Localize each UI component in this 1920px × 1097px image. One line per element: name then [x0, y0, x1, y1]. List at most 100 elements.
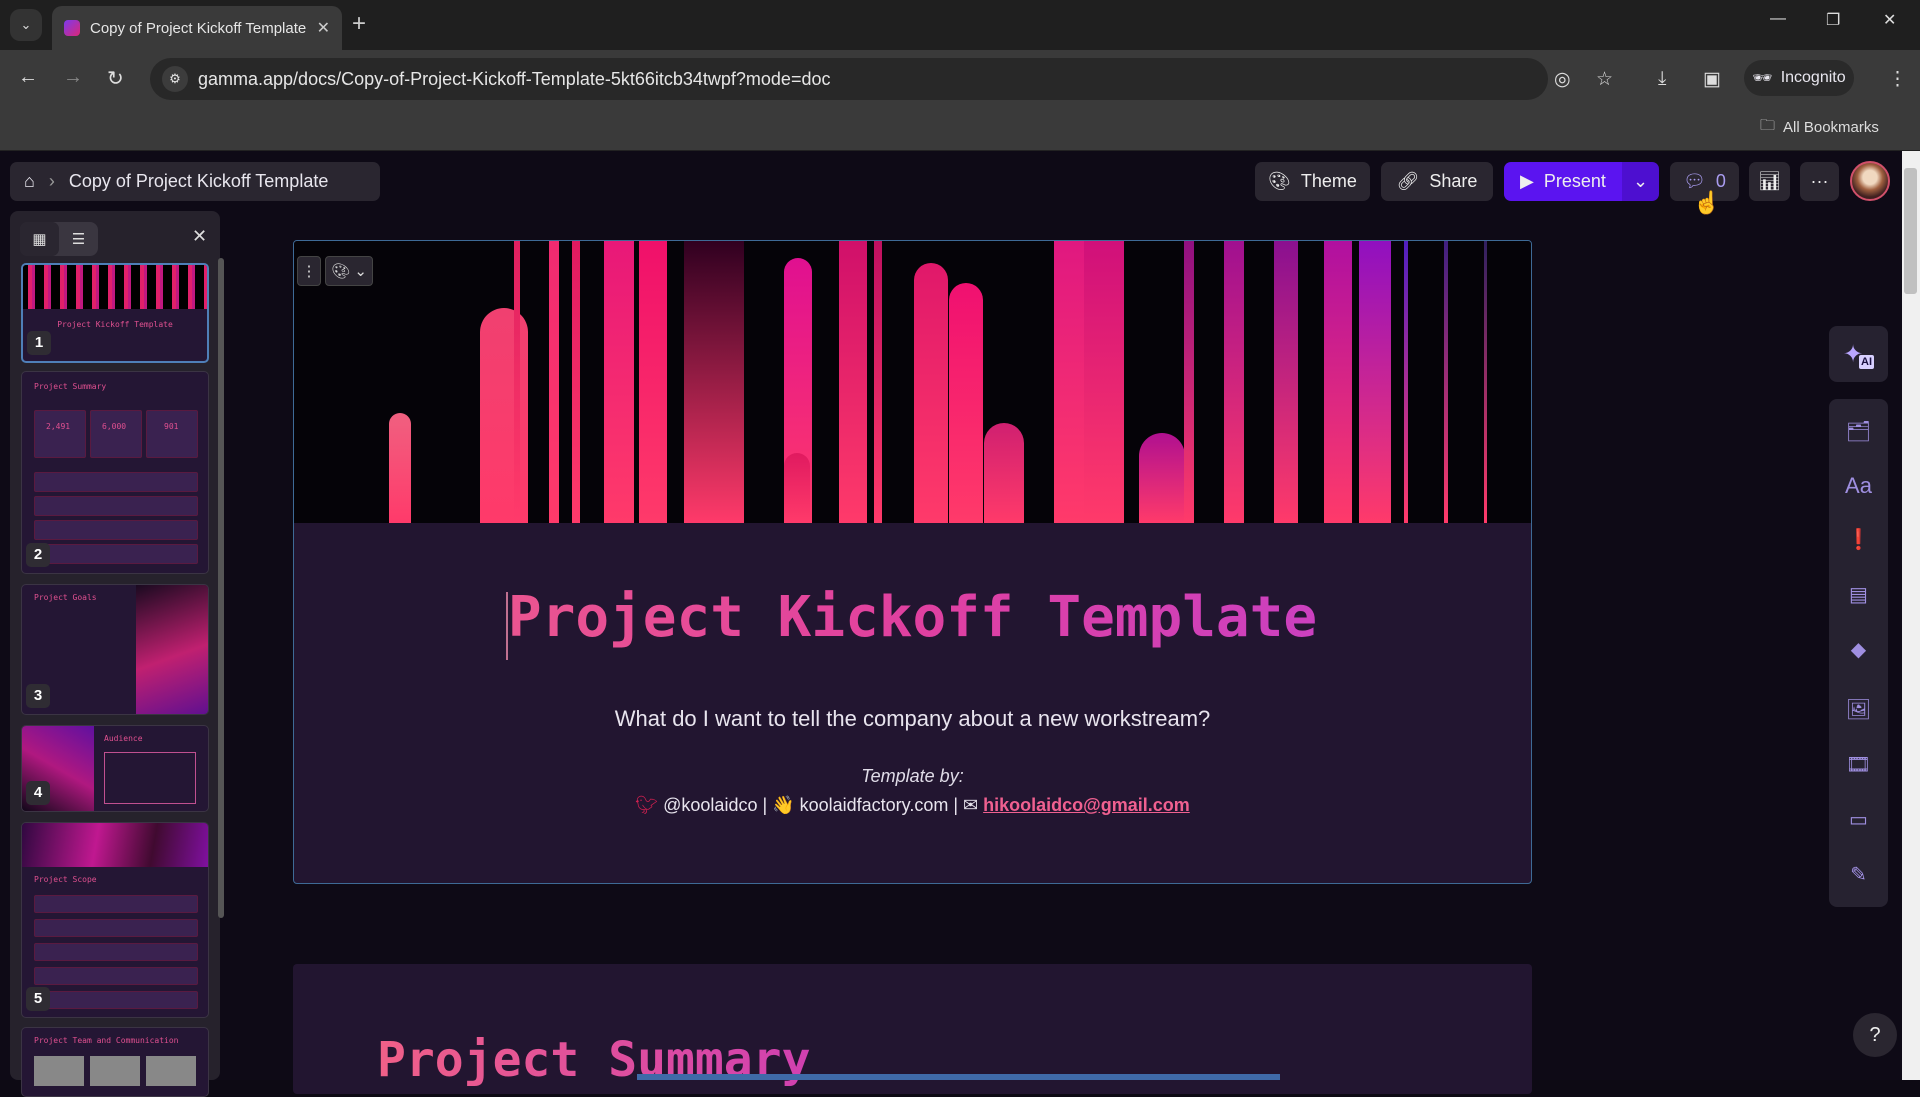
banner-stripe — [1324, 241, 1352, 523]
slide-thumbnail-5[interactable]: Project Scope 5 — [21, 822, 209, 1018]
new-tab-button[interactable]: + — [352, 10, 366, 38]
banner-stripe — [389, 413, 411, 523]
restore-button[interactable]: ❐ — [1826, 10, 1840, 30]
banner-stripe — [1084, 241, 1124, 523]
address-bar[interactable]: ⚙ gamma.app/docs/Copy-of-Project-Kickoff-… — [150, 58, 1548, 100]
envelope-icon: ✉ — [963, 795, 979, 815]
title-card[interactable] — [293, 240, 1532, 884]
thumbnail-view-icon[interactable]: ▦ — [20, 222, 59, 256]
comment-icon: 💬︎ — [1683, 171, 1706, 191]
close-window-button[interactable]: ✕ — [1883, 10, 1896, 30]
card-title[interactable]: Project Kickoff Template — [293, 585, 1532, 650]
insert-tools-panel: 🗂︎ Aa ❗ ▤ ◆ 🖼︎ 🎞︎ ▭ ✎ — [1829, 399, 1888, 907]
wave-hand-icon: 👋 — [772, 795, 795, 815]
help-button[interactable]: ? — [1853, 1013, 1897, 1057]
tab-search-button[interactable]: ⌄ — [10, 9, 42, 41]
layout-icon[interactable]: ▤ — [1829, 582, 1888, 607]
bookmarks-bar — [0, 108, 1920, 151]
incognito-indicator[interactable]: 🕶 Incognito — [1744, 60, 1854, 96]
template-by-label: Template by: — [861, 766, 964, 786]
slide-thumbnail-4[interactable]: Audience 4 — [21, 725, 209, 812]
image-icon[interactable]: 🖼︎ — [1829, 697, 1888, 722]
text-style-icon[interactable]: Aa — [1829, 473, 1888, 499]
chevron-right-icon: › — [48, 171, 55, 191]
banner-stripe — [514, 241, 520, 523]
banner-stripe — [1274, 241, 1298, 523]
close-panel-icon[interactable]: ✕ — [192, 226, 207, 247]
panel-scrollbar[interactable] — [218, 258, 224, 918]
browser-tab[interactable]: Copy of Project Kickoff Template ✕ — [52, 6, 342, 50]
all-bookmarks-button[interactable]: 🗀 All Bookmarks — [1760, 115, 1879, 140]
bird-icon: 🐦︎ — [635, 795, 659, 815]
back-button[interactable]: ← — [18, 66, 38, 89]
banner-stripe — [784, 453, 810, 523]
selection-indicator — [637, 1074, 1280, 1080]
gamma-favicon-icon — [64, 20, 80, 36]
slide-thumbnail-1[interactable]: Project Kickoff Template 1 — [21, 263, 209, 363]
mouse-pointer: ☝ — [1693, 190, 1721, 215]
slide-thumbnail-6[interactable]: Project Team and Communication — [21, 1027, 209, 1097]
form-edit-icon[interactable]: ✎ — [1829, 862, 1888, 887]
eye-off-icon[interactable]: ◎ — [1554, 68, 1571, 91]
list-view-icon[interactable]: ☰ — [59, 222, 98, 256]
bar-chart-icon: 📊︎ — [1758, 171, 1781, 191]
side-panel-icon[interactable]: ▣ — [1703, 68, 1721, 91]
forward-button[interactable]: → — [63, 66, 83, 89]
page-scrollbar-thumb[interactable] — [1904, 168, 1917, 294]
banner-stripe — [984, 423, 1024, 523]
avatar[interactable] — [1850, 161, 1890, 201]
download-icon[interactable]: ⤓ — [1658, 68, 1666, 90]
ai-assistant-button[interactable]: ✦ AI — [1829, 326, 1888, 382]
slide-thumbnail-3[interactable]: Project Goals 3 — [21, 584, 209, 715]
banner-stripe — [1054, 241, 1088, 523]
card-style-button[interactable]: 🎨︎ ⌄ — [325, 256, 373, 286]
shapes-icon[interactable]: ◆ — [1829, 637, 1888, 662]
ai-badge-icon: AI — [1859, 355, 1875, 369]
contact-line: 🐦︎ @koolaidco | 👋 koolaidfactory.com | ✉… — [635, 795, 1190, 815]
email-link[interactable]: hikoolaidco@gmail.com — [983, 795, 1190, 815]
more-horizontal-icon: ··· — [1810, 171, 1829, 191]
banner-stripe — [604, 241, 634, 523]
banner-stripe — [839, 241, 867, 523]
banner-stripe — [1184, 241, 1194, 523]
home-icon[interactable]: ⌂ — [24, 171, 35, 192]
banner-stripe — [549, 241, 559, 523]
reload-button[interactable]: ↻ — [107, 66, 124, 91]
banner-stripe — [914, 263, 948, 523]
view-toggle: ▦ ☰ — [20, 222, 98, 256]
banner-stripe — [1139, 433, 1185, 523]
browser-menu-icon[interactable]: ⋮ — [1888, 68, 1907, 91]
card-toolbar: ⋮ 🎨︎ ⌄ — [297, 256, 373, 286]
minimize-button[interactable]: — — [1770, 10, 1786, 28]
doc-title[interactable]: Copy of Project Kickoff Template — [69, 171, 328, 192]
banner-stripe — [1404, 241, 1408, 523]
analytics-button[interactable]: 📊︎ — [1749, 162, 1790, 201]
banner-stripe — [480, 308, 528, 523]
banner-stripe — [684, 241, 744, 523]
close-tab-icon[interactable]: ✕ — [317, 18, 330, 38]
banner-stripe — [1224, 241, 1244, 523]
video-icon[interactable]: 🎞︎ — [1829, 752, 1888, 777]
play-icon: ▶ — [1520, 171, 1534, 191]
banner-stripe — [1484, 241, 1487, 523]
banner-stripe — [572, 241, 580, 523]
embed-icon[interactable]: ▭ — [1829, 807, 1888, 832]
banner-stripe — [949, 283, 983, 523]
card-subtitle[interactable]: What do I want to tell the company about… — [293, 706, 1532, 732]
more-options-button[interactable]: ··· — [1800, 162, 1839, 201]
bookmark-star-icon[interactable]: ☆ — [1596, 68, 1613, 91]
chevron-down-icon: ⌄ — [1632, 171, 1649, 191]
card-menu-icon[interactable]: ⋮ — [297, 256, 321, 286]
present-options-dropdown[interactable]: ⌄ — [1622, 162, 1659, 201]
banner-stripe — [639, 241, 667, 523]
slide-thumbnail-2[interactable]: Project Summary 2,491 6,000 901 2 — [21, 371, 209, 574]
present-button[interactable]: ▶ Present — [1504, 162, 1622, 201]
theme-button[interactable]: 🎨︎ Theme — [1255, 162, 1370, 201]
breadcrumb: ⌂ › Copy of Project Kickoff Template — [10, 162, 380, 201]
add-card-icon[interactable]: 🗂︎ — [1829, 419, 1888, 444]
site-settings-icon[interactable]: ⚙ — [162, 66, 188, 92]
folder-icon: 🗀 — [1760, 117, 1776, 134]
text-cursor — [506, 592, 508, 660]
share-button[interactable]: 🔗︎ Share — [1381, 162, 1493, 201]
callout-icon[interactable]: ❗ — [1829, 527, 1888, 552]
